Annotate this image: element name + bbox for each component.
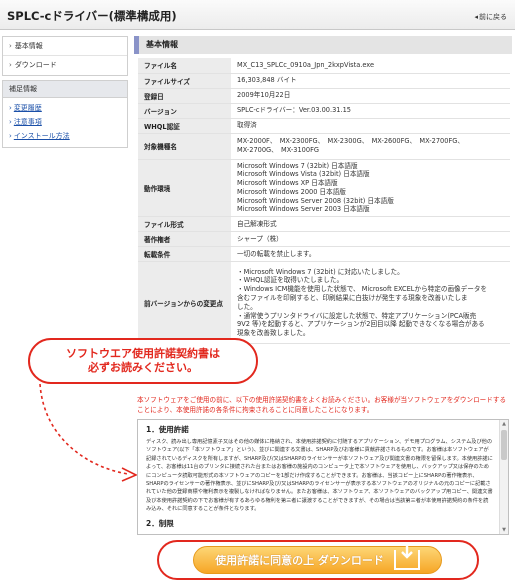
agreement-heading-1: 1．使用許諾: [146, 425, 189, 434]
license-notice: 本ソフトウェアをご使用の前に、以下の使用許諾契約書をよくお読みください。お客様が…: [137, 396, 507, 414]
download-button-label: 使用許諾に同意の上 ダウンロード: [215, 554, 384, 567]
agreement-scrollbar[interactable]: ▲ ▼: [499, 420, 508, 534]
agreement-body: ディスク、読み出し専用記憶素子又はその他の媒体に格納され、本使用許諾契約に付随す…: [146, 439, 493, 513]
download-icon: [393, 544, 420, 570]
callout-line-1: ソフトウエア使用許諾契約書は: [66, 347, 220, 360]
scroll-thumb[interactable]: [501, 430, 507, 460]
agree-download-button[interactable]: 使用許諾に同意の上 ダウンロード: [193, 544, 442, 574]
license-agreement-box[interactable]: 1．使用許諾 ディスク、読み出し専用記憶素子又はその他の媒体に格納され、本使用許…: [137, 419, 509, 535]
scroll-down-icon[interactable]: ▼: [500, 526, 508, 534]
callout-line-2: 必ずお読みください。: [88, 361, 198, 374]
scroll-up-icon[interactable]: ▲: [500, 420, 508, 428]
agreement-heading-2: 2．制限: [146, 518, 174, 528]
license-callout: ソフトウエア使用許諾契約書は 必ずお読みください。: [28, 338, 258, 384]
